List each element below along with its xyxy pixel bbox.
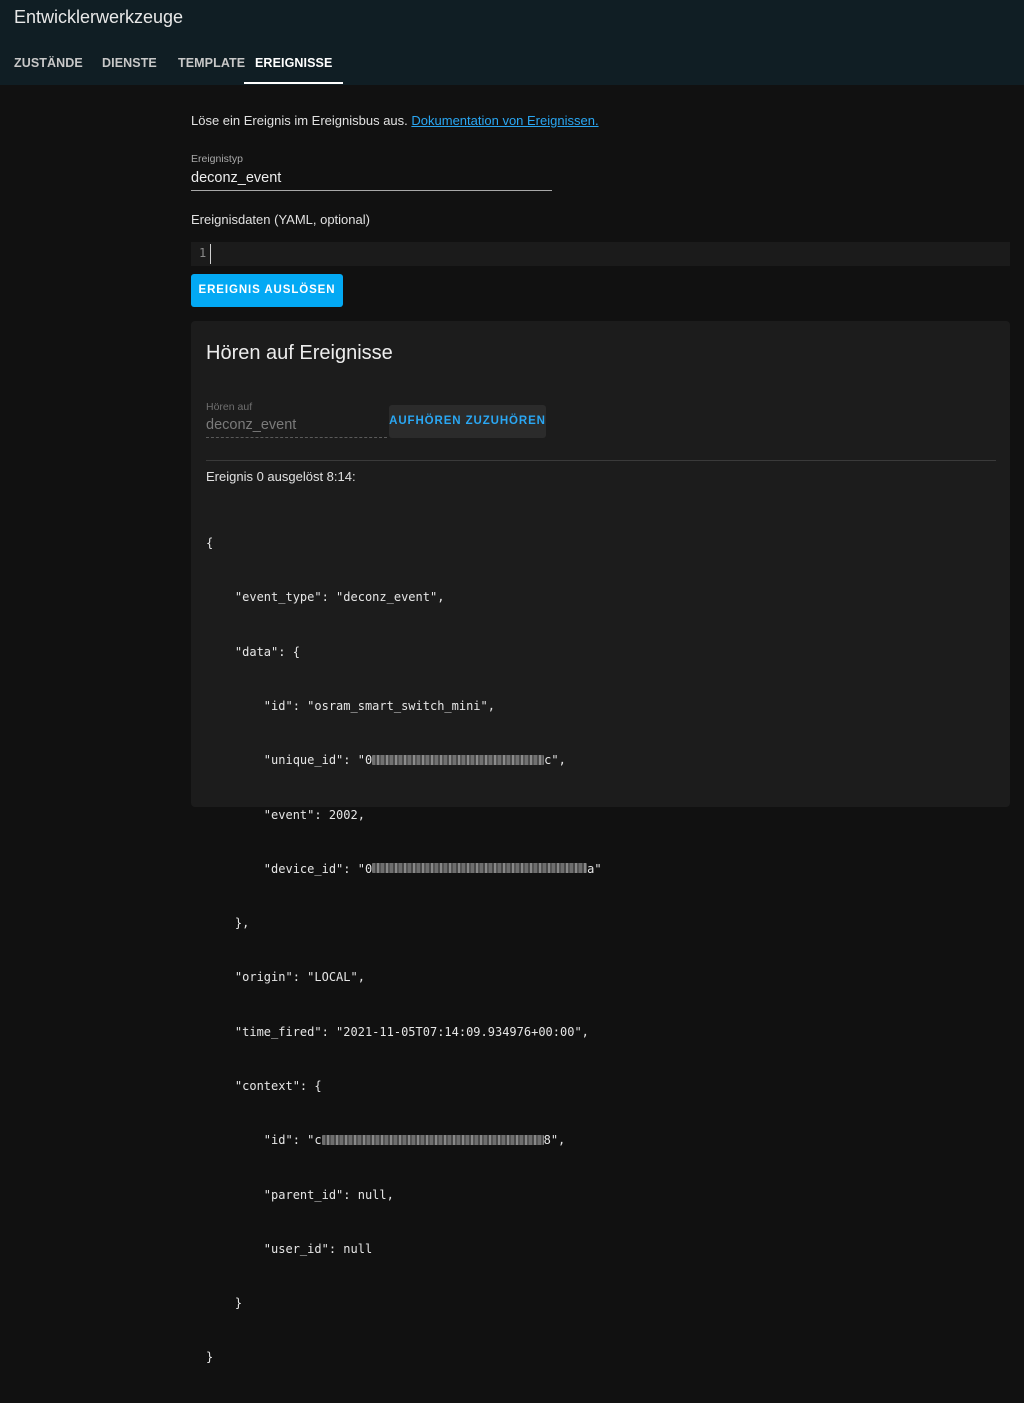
json-text: "unique_id": "0 xyxy=(206,753,373,768)
event-type-label: Ereignistyp xyxy=(191,153,243,165)
card-title: Hören auf Ereignisse xyxy=(206,342,393,364)
json-line: "id": "osram_smart_switch_mini", xyxy=(206,699,495,714)
listen-to-label: Hören auf xyxy=(206,401,253,413)
text-cursor xyxy=(210,244,211,264)
listen-events-card: Hören auf Ereignisse Hören auf deconz_ev… xyxy=(191,321,1010,1364)
redacted-value xyxy=(321,1134,544,1145)
tab-states[interactable]: ZUSTÄNDE xyxy=(14,44,83,82)
event-json: { "event_type": "deconz_event", "data": … xyxy=(206,498,602,1403)
event-type-underline xyxy=(191,190,552,191)
listen-to-underline xyxy=(206,437,387,438)
event-fired-header: Ereignis 0 ausgelöst 8:14: xyxy=(206,469,356,484)
json-text: 8", xyxy=(543,1133,566,1148)
page-title: Entwicklerwerkzeuge xyxy=(14,7,184,27)
json-text: a" xyxy=(587,861,602,876)
fire-event-button[interactable]: EREIGNIS AUSLÖSEN xyxy=(191,274,343,307)
json-line: "origin": "LOCAL", xyxy=(206,970,365,985)
intro-description: Löse ein Ereignis im Ereignisbus aus. xyxy=(191,113,412,128)
events-panel: Löse ein Ereignis im Ereignisbus aus. Do… xyxy=(0,85,1024,1364)
events-documentation-link[interactable]: Dokumentation von Ereignissen. xyxy=(411,113,598,128)
event-data-label: Ereignisdaten (YAML, optional) xyxy=(191,212,370,227)
json-line: { xyxy=(206,536,214,551)
line-number: 1 xyxy=(199,246,207,260)
redacted-value xyxy=(372,863,588,874)
event-type-input[interactable]: deconz_event xyxy=(191,170,281,186)
json-line: } xyxy=(206,1350,214,1365)
json-line: "user_id": null xyxy=(206,1241,373,1256)
json-line: "id": "c 8", xyxy=(206,1131,602,1149)
tab-services[interactable]: DIENSTE xyxy=(102,44,157,82)
tab-bar: ZUSTÄNDE DIENSTE TEMPLATE EREIGNISSE xyxy=(0,44,1024,85)
top-app-bar: Entwicklerwerkzeuge ZUSTÄNDE DIENSTE TEM… xyxy=(0,0,1024,85)
json-line: "data": { xyxy=(206,644,300,659)
yaml-editor[interactable]: 1 xyxy=(191,242,1010,266)
json-line: "event_type": "deconz_event", xyxy=(206,590,445,605)
json-line: "unique_id": "0 c", xyxy=(206,751,602,769)
json-line: "parent_id": null, xyxy=(206,1187,394,1202)
json-line: "event": 2002, xyxy=(206,807,365,822)
tab-template[interactable]: TEMPLATE xyxy=(178,44,245,82)
json-text: "id": "c xyxy=(206,1133,322,1148)
json-line: "time_fired": "2021-11-05T07:14:09.93497… xyxy=(206,1024,589,1039)
json-line: }, xyxy=(206,916,250,931)
json-line: } xyxy=(206,1296,243,1311)
listen-to-input: deconz_event xyxy=(206,417,297,433)
json-line: "device_id": "0 a" xyxy=(206,860,602,878)
json-line: "context": { xyxy=(206,1079,322,1093)
json-text: "device_id": "0 xyxy=(206,861,373,876)
redacted-value xyxy=(372,754,545,765)
stop-listening-button[interactable]: AUFHÖREN ZUZUHÖREN xyxy=(389,405,546,438)
tab-events[interactable]: EREIGNISSE xyxy=(244,44,344,84)
divider xyxy=(206,460,996,461)
json-text: c", xyxy=(544,753,566,768)
intro-text: Löse ein Ereignis im Ereignisbus aus. Do… xyxy=(191,113,599,128)
